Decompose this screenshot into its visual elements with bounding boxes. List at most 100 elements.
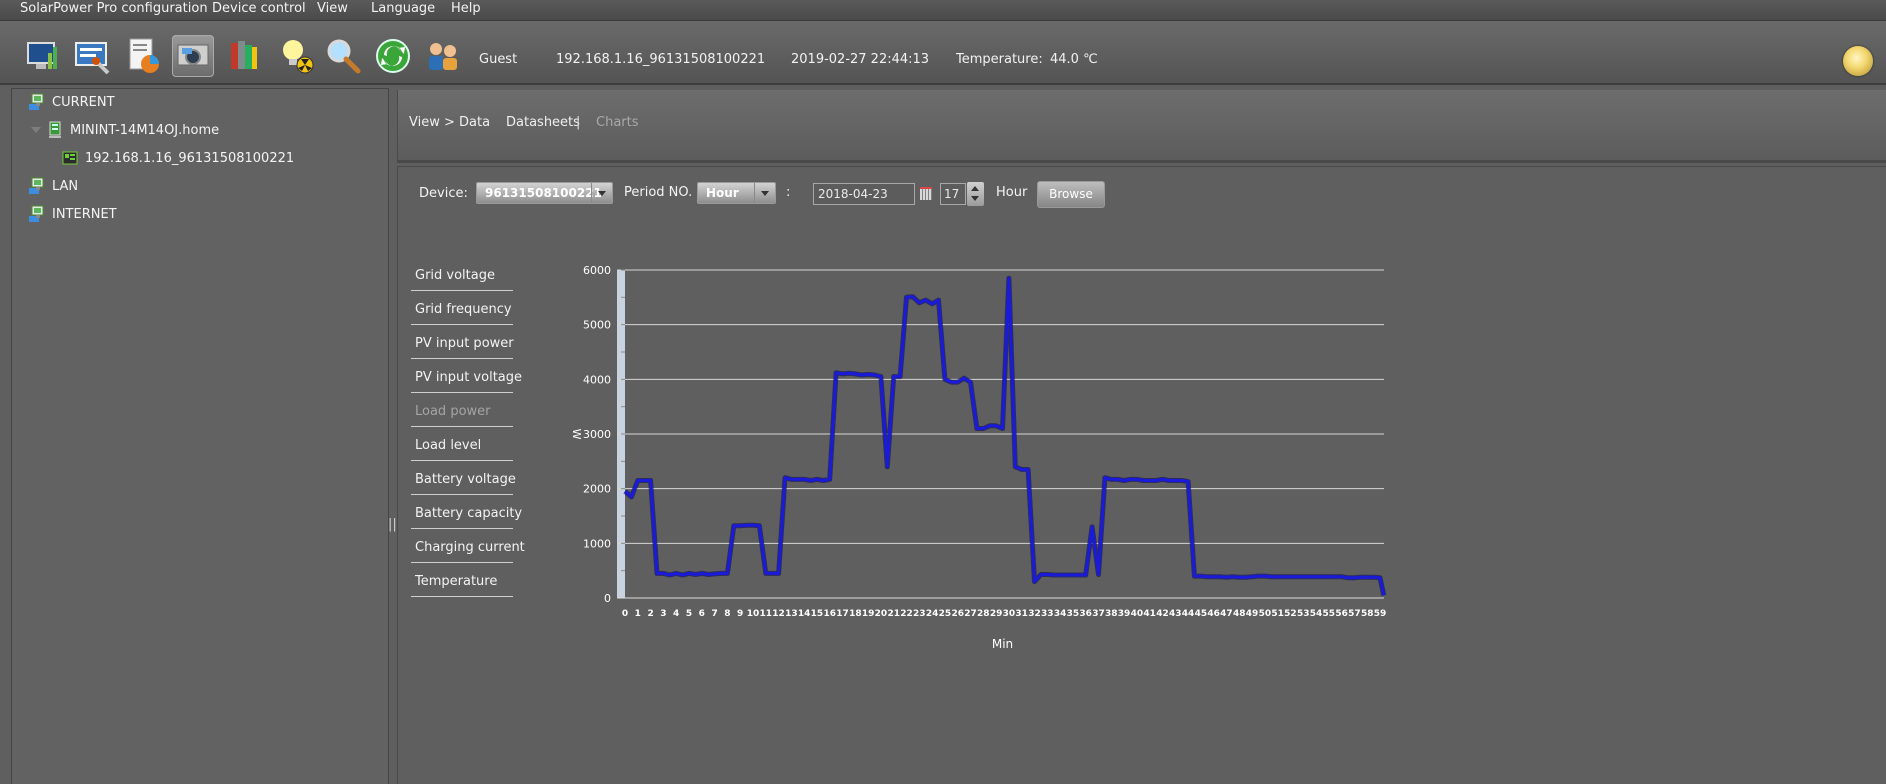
x-tick-label: 11 (759, 609, 772, 619)
series-item-grid-voltage[interactable]: Grid voltage (411, 258, 513, 291)
device-select[interactable]: 96131508100221 (476, 182, 613, 204)
lan-network-icon (29, 177, 44, 194)
y-tick-label: 4000 (583, 373, 611, 386)
x-tick-label: 3 (660, 609, 666, 619)
search-icon[interactable] (322, 35, 364, 77)
sun-icon[interactable] (1843, 46, 1873, 76)
x-tick-label: 8 (724, 609, 730, 619)
x-tick-label: 20 (875, 609, 888, 619)
x-tick-label: 26 (951, 609, 964, 619)
tab-charts[interactable]: Charts (596, 115, 639, 130)
menu-language[interactable]: Language (371, 1, 435, 16)
tree-label-host: MININT-14M14OJ.home (70, 122, 220, 138)
panel-splitter-handle[interactable]: || (388, 515, 397, 535)
computer-icon (49, 121, 61, 138)
network-computer-icon (29, 93, 44, 110)
x-tick-label: 45 (1195, 609, 1208, 619)
books-icon[interactable] (222, 35, 264, 77)
tree-label-device: 192.168.1.16_96131508100221 (85, 150, 295, 166)
x-axis-label: Min (992, 637, 1013, 651)
browse-button[interactable]: Browse (1037, 181, 1105, 208)
x-tick-label: 22 (900, 609, 913, 619)
x-tick-label: 58 (1361, 609, 1374, 619)
menu-view[interactable]: View (317, 1, 348, 16)
x-tick-label: 12 (772, 609, 785, 619)
series-item-pv-input-voltage[interactable]: PV input voltage (411, 360, 522, 393)
tree-item-device[interactable]: 192.168.1.16_96131508100221 (60, 147, 294, 169)
x-tick-label: 31 (1015, 609, 1028, 619)
y-tick-label: 3000 (583, 428, 611, 441)
series-item-battery-voltage[interactable]: Battery voltage (411, 462, 516, 495)
x-tick-label: 25 (939, 609, 952, 619)
calendar-icon[interactable] (920, 187, 932, 200)
x-tick-label: 17 (836, 609, 849, 619)
period-select[interactable]: Hour (697, 182, 776, 204)
device-settings-icon[interactable] (72, 35, 114, 77)
tree-item-current[interactable]: CURRENT (27, 91, 115, 113)
x-tick-label: 38 (1105, 609, 1118, 619)
x-tick-label: 7 (711, 609, 717, 619)
x-tick-label: 52 (1284, 609, 1297, 619)
refresh-icon[interactable] (372, 35, 414, 77)
tree-label-current: CURRENT (52, 94, 115, 110)
toolbar: Guest 192.168.1.16_96131508100221 2019-0… (0, 21, 1886, 85)
x-tick-label: 0 (622, 609, 628, 619)
x-tick-label: 44 (1182, 609, 1195, 619)
camera-icon[interactable] (172, 35, 214, 77)
series-item-grid-frequency[interactable]: Grid frequency (411, 292, 513, 325)
x-tick-label: 54 (1310, 609, 1323, 619)
x-tick-label: 36 (1079, 609, 1092, 619)
series-item-charging-current[interactable]: Charging current (411, 530, 525, 563)
colon-separator: : (786, 185, 791, 200)
y-tick-label: 1000 (583, 537, 611, 550)
series-item-load-power[interactable]: Load power (411, 394, 513, 427)
x-tick-label: 10 (747, 609, 760, 619)
menu-device-control[interactable]: Device control (212, 1, 306, 16)
series-item-load-level[interactable]: Load level (411, 428, 513, 461)
x-tick-label: 27 (964, 609, 977, 619)
x-tick-label: 29 (990, 609, 1003, 619)
tab-datasheets[interactable]: Datasheets (506, 115, 580, 130)
hour-stepper[interactable] (967, 182, 984, 206)
chevron-up-icon[interactable] (971, 186, 979, 191)
report-icon[interactable] (122, 35, 164, 77)
tree-item-lan[interactable]: LAN (27, 175, 78, 197)
menu-bar: SolarPower Pro configuration Device cont… (0, 0, 1886, 21)
monitor-icon[interactable] (22, 35, 64, 77)
device-label: Device: (419, 186, 468, 201)
series-item-pv-input-power[interactable]: PV input power (411, 326, 514, 359)
x-tick-label: 56 (1335, 609, 1348, 619)
x-tick-label: 6 (699, 609, 705, 619)
x-tick-label: 33 (1041, 609, 1054, 619)
x-tick-label: 13 (785, 609, 798, 619)
x-tick-label: 24 (926, 609, 939, 619)
x-tick-label: 48 (1233, 609, 1246, 619)
internet-network-icon (29, 205, 44, 222)
bulb-radiation-icon[interactable] (276, 35, 318, 77)
tree-item-host[interactable]: MININT-14M14OJ.home (45, 119, 219, 141)
chevron-down-icon[interactable] (31, 127, 41, 133)
x-tick-label: 37 (1092, 609, 1105, 619)
chevron-down-icon[interactable] (971, 196, 979, 201)
x-tick-label: 40 (1131, 609, 1144, 619)
users-icon[interactable] (422, 35, 464, 77)
tree-item-internet[interactable]: INTERNET (27, 203, 117, 225)
period-label: Period NO. (624, 185, 693, 200)
menu-solarpower-config[interactable]: SolarPower Pro configuration (20, 1, 208, 16)
y-axis-label: W (570, 429, 583, 440)
x-tick-label: 59 (1374, 609, 1387, 619)
series-item-temperature[interactable]: Temperature (411, 564, 513, 597)
y-tick-label: 5000 (583, 319, 611, 332)
series-item-battery-capacity[interactable]: Battery capacity (411, 496, 522, 529)
x-tick-label: 46 (1207, 609, 1220, 619)
hour-input[interactable]: 17 (940, 183, 966, 205)
date-input[interactable]: 2018-04-23 (813, 183, 915, 205)
y-tick-label: 2000 (583, 483, 611, 496)
x-tick-label: 9 (737, 609, 743, 619)
datetime-label: 2019-02-27 22:44:13 (791, 52, 930, 67)
x-tick-label: 43 (1169, 609, 1182, 619)
x-tick-label: 34 (1054, 609, 1067, 619)
period-select-value: Hour (706, 186, 739, 200)
menu-help[interactable]: Help (451, 1, 481, 16)
x-tick-label: 5 (686, 609, 692, 619)
